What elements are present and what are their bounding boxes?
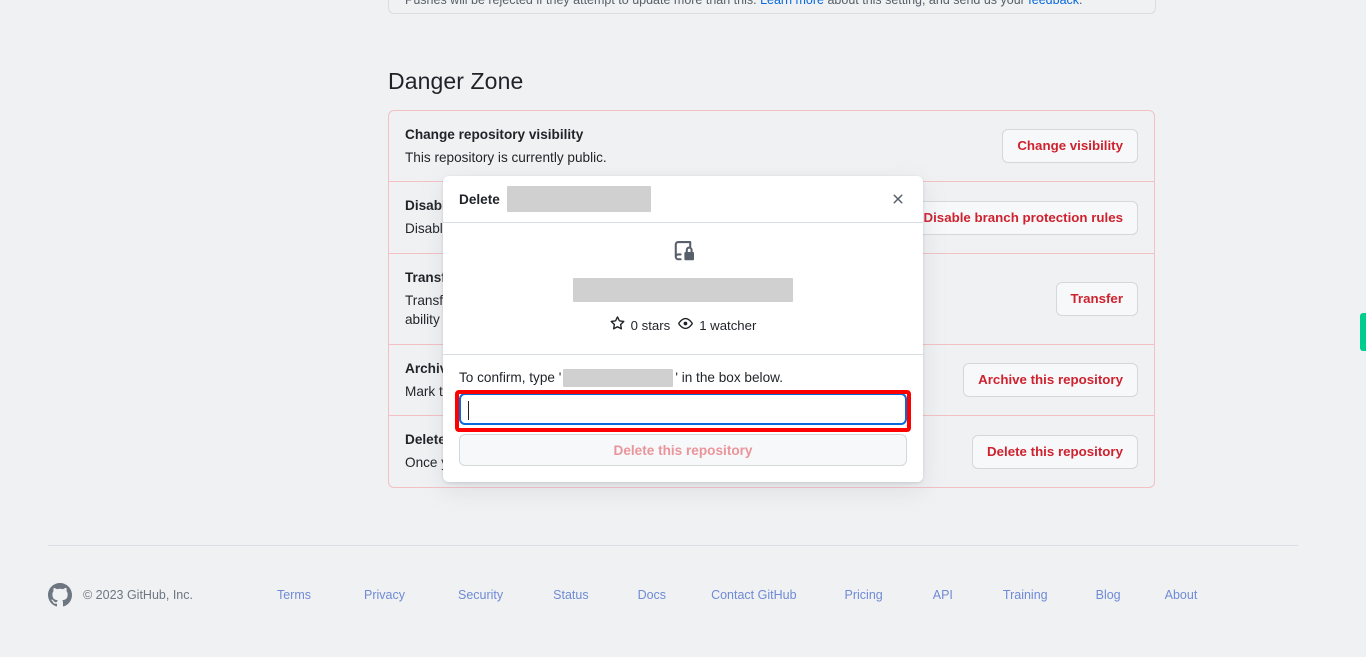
footer-link-pricing[interactable]: Pricing [845,588,883,602]
footer-link-status[interactable]: Status [553,588,588,602]
archive-repository-button[interactable]: Archive this repository [963,363,1138,398]
confirm-field-wrap [459,393,907,425]
learn-more-link[interactable]: Learn more [760,0,824,7]
footer-link-blog[interactable]: Blog [1096,588,1121,602]
danger-zone-row-change-visibility: Change repository visibility This reposi… [389,111,1154,181]
footer-link-contact-github[interactable]: Contact GitHub [711,588,796,602]
stars-count-label: 0 stars [630,317,671,333]
push-limit-text-middle: about this setting, and send us your [824,0,1029,7]
delete-repository-modal: Delete 0 stars 1 watcher To confirm, typ… [443,176,923,482]
repository-meta: 0 stars 1 watcher [459,316,907,338]
github-repository-settings-page: Pushes will be rejected if they attempt … [0,0,1366,657]
redacted-repository-name [506,186,651,212]
danger-zone-heading: Danger Zone [388,68,524,94]
feedback-link[interactable]: feedback [1028,0,1079,7]
confirm-suffix: ' in the box below. [675,370,783,385]
confirm-instruction: To confirm, type ' ' in the box below. [459,369,907,387]
row-desc: This repository is currently public. [405,149,607,165]
change-visibility-button[interactable]: Change visibility [1002,129,1138,164]
disable-branch-protection-button[interactable]: Disable branch protection rules [908,200,1138,235]
footer-link-training[interactable]: Training [1003,588,1048,602]
confirm-prefix: To confirm, type ' [459,370,562,385]
repo-locked-icon [459,241,907,268]
page-footer: © 2023 GitHub, Inc. Terms Privacy Securi… [48,583,1298,607]
edge-feedback-tab[interactable] [1360,313,1366,351]
star-icon [610,316,625,334]
redacted-confirm-name [563,369,674,387]
footer-link-security[interactable]: Security [458,588,503,602]
push-limit-panel: Pushes will be rejected if they attempt … [388,0,1156,14]
watchers-meta: 1 watcher [678,316,756,334]
footer-links: Terms Privacy Security Status Docs Conta… [253,588,1197,602]
footer-link-api[interactable]: API [933,588,953,602]
footer-divider [48,545,1298,546]
text-caret [468,401,469,420]
push-limit-text: Pushes will be rejected if they attempt … [405,0,1083,7]
push-limit-text-before: Pushes will be rejected if they attempt … [405,0,761,7]
modal-footer: To confirm, type ' ' in the box below. D… [443,355,923,482]
footer-link-terms[interactable]: Terms [277,588,311,602]
watchers-count-label: 1 watcher [699,317,757,333]
transfer-button[interactable]: Transfer [1055,281,1138,316]
footer-link-privacy[interactable]: Privacy [364,588,405,602]
modal-title: Delete [459,186,651,212]
github-logo-icon [48,583,72,607]
footer-link-docs[interactable]: Docs [638,588,666,602]
modal-delete-this-repository-button[interactable]: Delete this repository [459,434,907,466]
close-icon[interactable] [885,186,911,212]
modal-body: 0 stars 1 watcher [443,223,923,355]
modal-title-prefix: Delete [459,191,500,207]
stars-meta: 0 stars [610,316,671,334]
footer-link-about[interactable]: About [1165,588,1198,602]
copyright-text: © 2023 GitHub, Inc. [83,588,193,602]
redacted-repository-full-name [573,278,793,302]
modal-header: Delete [443,176,923,223]
push-limit-text-after: . [1079,0,1083,7]
eye-icon [678,316,694,334]
row-title: Change repository visibility [405,127,584,142]
delete-repository-button[interactable]: Delete this repository [972,434,1138,469]
confirm-repository-name-input[interactable] [459,393,907,425]
row-text: Change repository visibility This reposi… [405,125,607,167]
